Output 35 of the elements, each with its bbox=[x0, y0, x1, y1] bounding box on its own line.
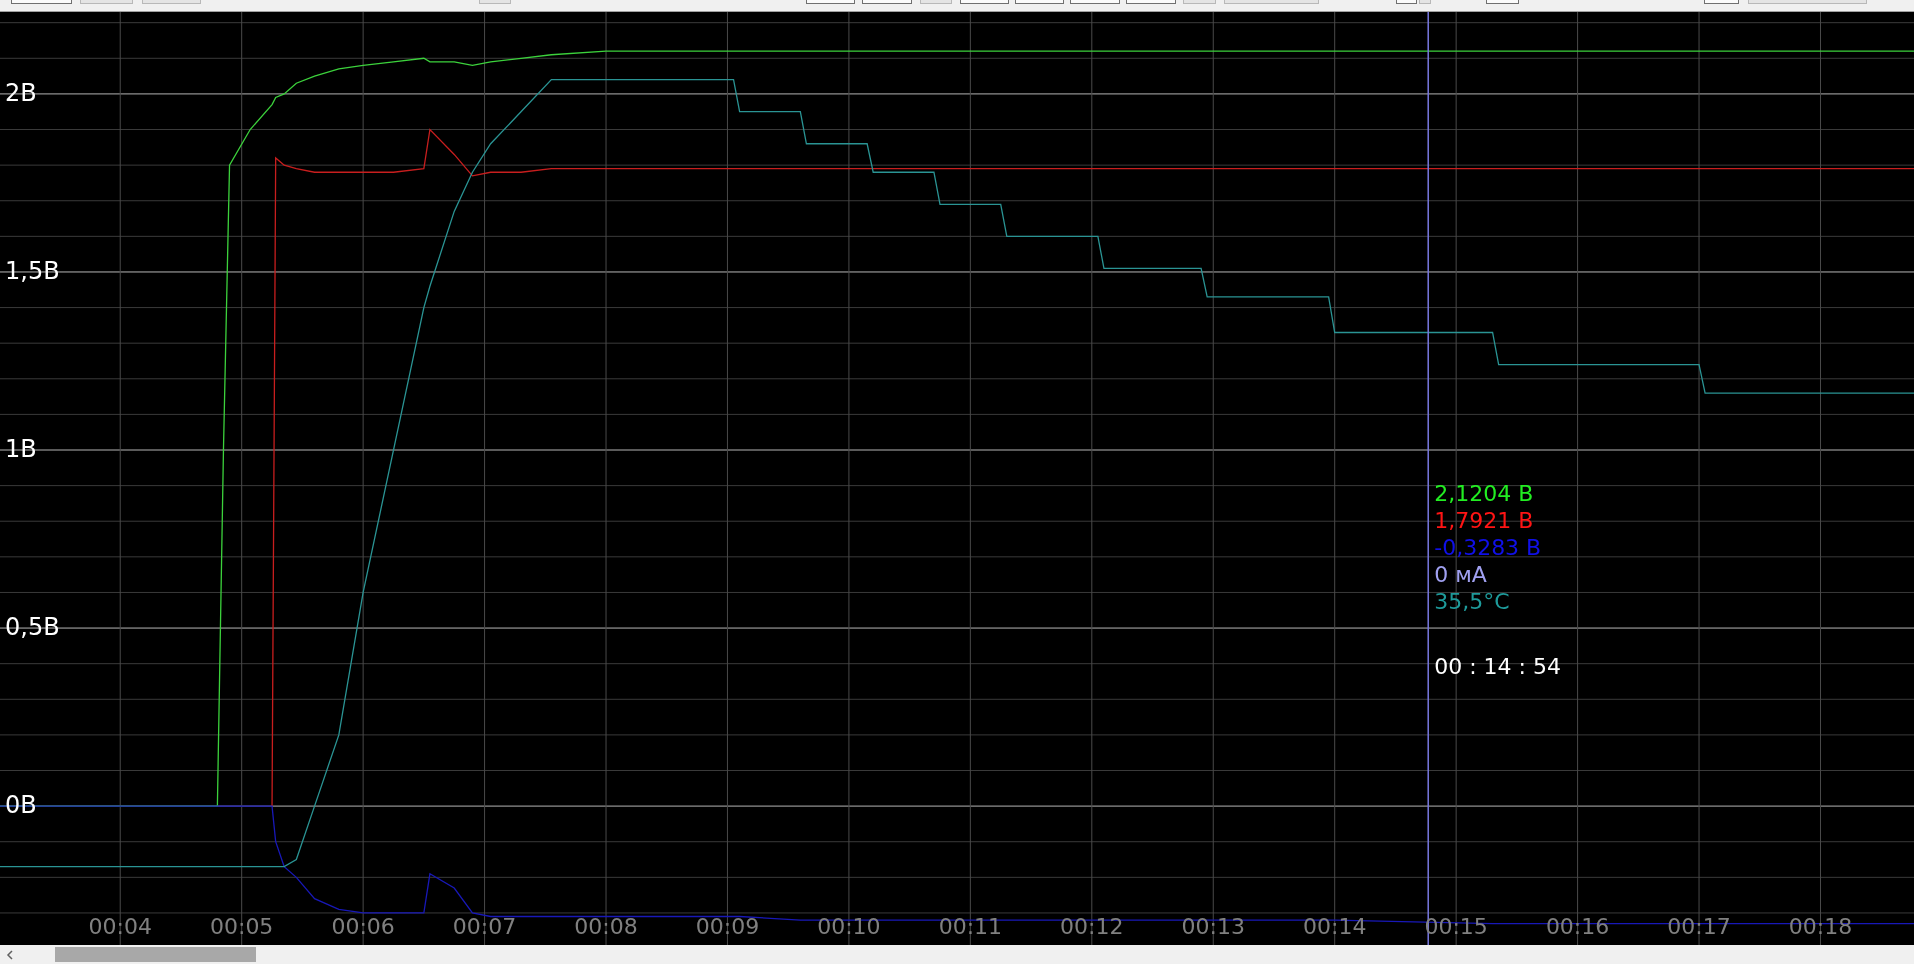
axis-label: 1В bbox=[5, 435, 37, 463]
toolbar-button[interactable] bbox=[1704, 0, 1739, 4]
toolbar-button[interactable] bbox=[1486, 0, 1519, 4]
axis-label: 1,5В bbox=[5, 256, 60, 285]
readout-value: 2,1204 В bbox=[1434, 480, 1535, 507]
axis-label: 00:05 bbox=[210, 914, 274, 939]
cursor-time: 00 : 14 : 54 bbox=[1434, 653, 1561, 680]
axis-label: 00:11 bbox=[938, 914, 1003, 939]
axis-label: 00:13 bbox=[1181, 914, 1245, 939]
axis-label: 00:12 bbox=[1060, 914, 1124, 939]
toolbar-button[interactable] bbox=[806, 0, 855, 4]
readout-value: -0,3283 В bbox=[1434, 534, 1543, 561]
toolbar-button[interactable] bbox=[862, 0, 912, 4]
toolbar-button[interactable] bbox=[1126, 0, 1176, 4]
toolbar-button[interactable] bbox=[1070, 0, 1120, 4]
axis-label: 00:06 bbox=[331, 914, 395, 939]
toolbar-button[interactable] bbox=[1396, 0, 1417, 4]
axis-label: 2В bbox=[5, 78, 37, 107]
axis-label: 00:14 bbox=[1303, 914, 1367, 939]
scroll-thumb[interactable] bbox=[55, 947, 256, 962]
toolbar-button[interactable] bbox=[11, 0, 72, 4]
axis-label: 00:09 bbox=[695, 914, 760, 939]
cursor-line[interactable] bbox=[1427, 12, 1429, 945]
axis-label: 00:08 bbox=[574, 914, 638, 939]
readout-value: 35,5°C bbox=[1434, 588, 1511, 615]
axis-label: 00:10 bbox=[817, 914, 881, 939]
toolbar-button[interactable] bbox=[1015, 0, 1064, 4]
axis-label: 0,5В bbox=[5, 613, 60, 642]
axis-label: 00:04 bbox=[88, 914, 152, 939]
horizontal-scrollbar[interactable] bbox=[0, 945, 1914, 964]
readout-value: 1,7921 В bbox=[1434, 507, 1535, 534]
readout-value: 0 мА bbox=[1434, 561, 1488, 588]
axis-label: 00:07 bbox=[452, 914, 517, 939]
scroll-left-icon[interactable] bbox=[5, 948, 15, 961]
toolbar-button[interactable] bbox=[960, 0, 1009, 4]
